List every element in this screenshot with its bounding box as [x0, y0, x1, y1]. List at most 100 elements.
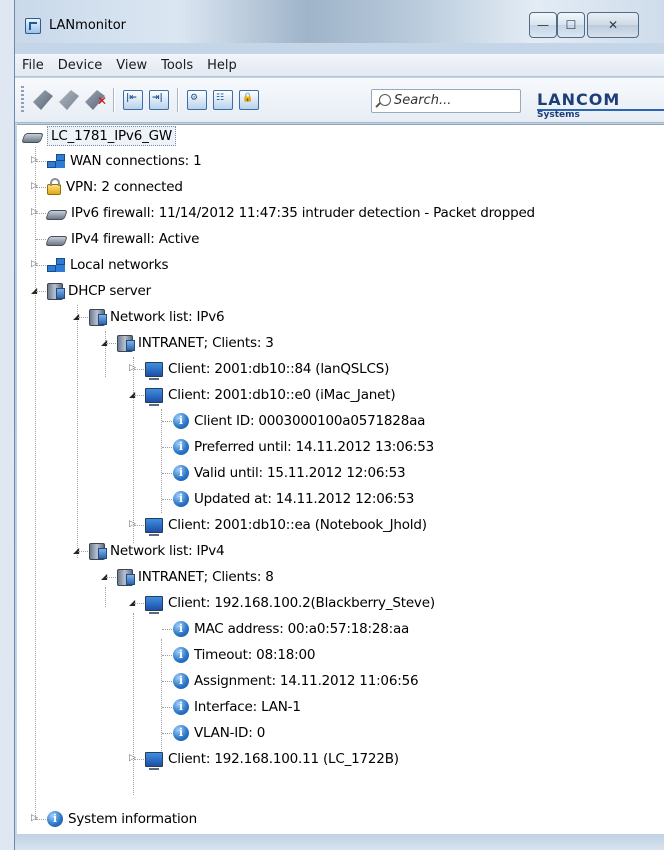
tree-item-network-list-ipv4[interactable]: Network list: IPv4 [89, 540, 225, 562]
tree-item-dhcp-server[interactable]: DHCP server [47, 280, 151, 302]
connect-device-icon[interactable] [33, 90, 53, 110]
tree-item-detail[interactable]: i Assignment: 14.11.2012 11:06:56 [173, 670, 419, 692]
lancom-logo: LANCOM Systems [537, 90, 664, 120]
tree-item-label: Interface: LAN-1 [194, 699, 301, 715]
tree-item-label: Client: 192.168.100.2(Blackberry_Steve) [168, 595, 435, 611]
tree-item-detail[interactable]: i MAC address: 00:a0:57:18:28:aa [173, 618, 409, 640]
toolbar-separator [177, 88, 178, 112]
tree-item-client[interactable]: Client: 192.168.100.11 (LC_1722B) [145, 748, 399, 770]
menu-tools[interactable]: Tools [154, 55, 200, 73]
tree-item-label: DHCP server [68, 283, 151, 299]
tree-item-label: VPN: 2 connected [66, 179, 183, 195]
tree-item-label: VLAN-ID: 0 [194, 725, 266, 741]
monitor-icon [145, 387, 163, 406]
info-icon: i [173, 439, 189, 455]
tree-item-label: Network list: IPv4 [110, 543, 225, 559]
server-icon [89, 542, 107, 560]
tree-item-ipv6-firewall[interactable]: IPv6 firewall: 11/14/2012 11:47:35 intru… [45, 202, 535, 224]
tree-item-network-list-ipv6[interactable]: Network list: IPv6 [89, 306, 225, 328]
delete-device-icon[interactable] [85, 90, 107, 110]
tree-item-detail[interactable]: i Client ID: 0003000100a0571828aa [173, 410, 425, 432]
tree-item-label: Client: 192.168.100.11 (LC_1722B) [168, 751, 399, 767]
tree-root-label: LC_1781_IPv6_GW [47, 126, 177, 146]
search-device-icon[interactable] [59, 90, 79, 110]
menu-view[interactable]: View [109, 55, 154, 73]
tree-item-system-information[interactable]: i System information [47, 808, 197, 830]
window-bottom-border [15, 834, 664, 850]
tree-item-label: Valid until: 15.11.2012 12:06:53 [194, 465, 406, 481]
title-bar[interactable]: LANmonitor — ☐ ✕ [15, 0, 664, 43]
router-icon [45, 236, 68, 246]
tree-item-wan[interactable]: WAN connections: 1 [47, 150, 202, 172]
left-arrow-icon[interactable]: |⇤ [123, 90, 143, 110]
tree-item-local-networks[interactable]: Local networks [47, 254, 169, 276]
close-button[interactable]: ✕ [587, 12, 639, 38]
table-icon[interactable]: ☷ [213, 90, 233, 110]
window-title: LANmonitor [49, 18, 127, 33]
info-icon: i [173, 413, 189, 429]
tree-item-detail[interactable]: i Valid until: 15.11.2012 12:06:53 [173, 462, 406, 484]
lock-icon [47, 178, 61, 195]
server-icon [117, 334, 135, 352]
tree-item-label: Assignment: 14.11.2012 11:06:56 [194, 673, 419, 689]
menu-file[interactable]: File [15, 55, 51, 73]
info-icon: i [173, 465, 189, 481]
monitor-icon [145, 595, 163, 614]
tree-item-label: INTRANET; Clients: 8 [138, 569, 274, 585]
tree-item-label: System information [68, 811, 197, 827]
menu-help[interactable]: Help [200, 55, 244, 73]
tree-item-label: Updated at: 14.11.2012 12:06:53 [194, 491, 415, 507]
tree-item-ipv4-firewall[interactable]: IPv4 firewall: Active [45, 228, 200, 250]
search-icon [379, 94, 391, 106]
toolbar: |⇤ ⇥| ⚙ ☷ 🔒 LANCOM Systems [15, 78, 664, 123]
tree-item-label: Client ID: 0003000100a0571828aa [194, 413, 426, 429]
search-box[interactable] [371, 89, 521, 113]
server-icon [47, 282, 65, 300]
maximize-icon: ☐ [565, 18, 577, 32]
menu-bar: File Device View Tools Help [15, 54, 664, 77]
info-icon: i [173, 725, 189, 741]
monitor-icon [145, 517, 163, 536]
network-icon [47, 258, 65, 272]
tree-item-label: INTRANET; Clients: 3 [138, 335, 274, 351]
maximize-button[interactable]: ☐ [557, 12, 585, 38]
search-input[interactable] [394, 93, 514, 108]
app-window: LANmonitor — ☐ ✕ File Device View Tools Help… [14, 0, 664, 850]
server-icon [117, 568, 135, 586]
tree-item-client[interactable]: Client: 2001:db10::84 (lanQSLCS) [145, 358, 389, 380]
tree-item-vpn[interactable]: VPN: 2 connected [47, 176, 183, 198]
tree-item-label: Client: 2001:db10::84 (lanQSLCS) [168, 361, 390, 377]
tree-item-label: IPv4 firewall: Active [71, 231, 200, 247]
minimize-button[interactable]: — [529, 12, 557, 38]
toolbar-grip[interactable] [21, 86, 24, 114]
tree-item-label: Timeout: 08:18:00 [194, 647, 316, 663]
tree-item-detail[interactable]: i Interface: LAN-1 [173, 696, 301, 718]
tree-item-label: Local networks [70, 257, 169, 273]
info-icon: i [47, 811, 63, 827]
tree-item-client[interactable]: Client: 2001:db10::ea (Notebook_Jhold) [145, 514, 427, 536]
router-icon [21, 133, 44, 143]
tree-item-detail[interactable]: i Updated at: 14.11.2012 12:06:53 [173, 488, 414, 510]
tree-item-intranet-ipv4[interactable]: INTRANET; Clients: 8 [117, 566, 274, 588]
tree-item-detail[interactable]: i Preferred until: 14.11.2012 13:06:53 [173, 436, 434, 458]
tree-item-client[interactable]: Client: 2001:db10::e0 (iMac_Janet) [145, 384, 396, 406]
tree-item-label: MAC address: 00:a0:57:18:28:aa [194, 621, 410, 637]
minimize-icon: — [537, 18, 549, 32]
settings-icon[interactable]: ⚙ [187, 90, 207, 110]
toolbar-separator [113, 88, 114, 112]
tree-item-label: Client: 2001:db10::e0 (iMac_Janet) [168, 387, 396, 403]
info-icon: i [173, 647, 189, 663]
tree-item-intranet-ipv6[interactable]: INTRANET; Clients: 3 [117, 332, 274, 354]
right-arrow-icon[interactable]: ⇥| [149, 90, 169, 110]
menu-device[interactable]: Device [51, 55, 109, 73]
tree-root[interactable]: LC_1781_IPv6_GW [21, 125, 177, 147]
network-icon [47, 154, 65, 168]
lock-icon[interactable]: 🔒 [239, 90, 259, 110]
tree-item-client[interactable]: Client: 192.168.100.2(Blackberry_Steve) [145, 592, 435, 614]
device-tree: LC_1781_IPv6_GW WAN connections: 1 VPN: … [17, 124, 664, 834]
tree-item-detail[interactable]: i VLAN-ID: 0 [173, 722, 265, 744]
tree-item-label: Network list: IPv6 [110, 309, 225, 325]
tree-item-label: Client: 2001:db10::ea (Notebook_Jhold) [168, 517, 427, 533]
tree-item-detail[interactable]: i Timeout: 08:18:00 [173, 644, 315, 666]
info-icon: i [173, 673, 189, 689]
